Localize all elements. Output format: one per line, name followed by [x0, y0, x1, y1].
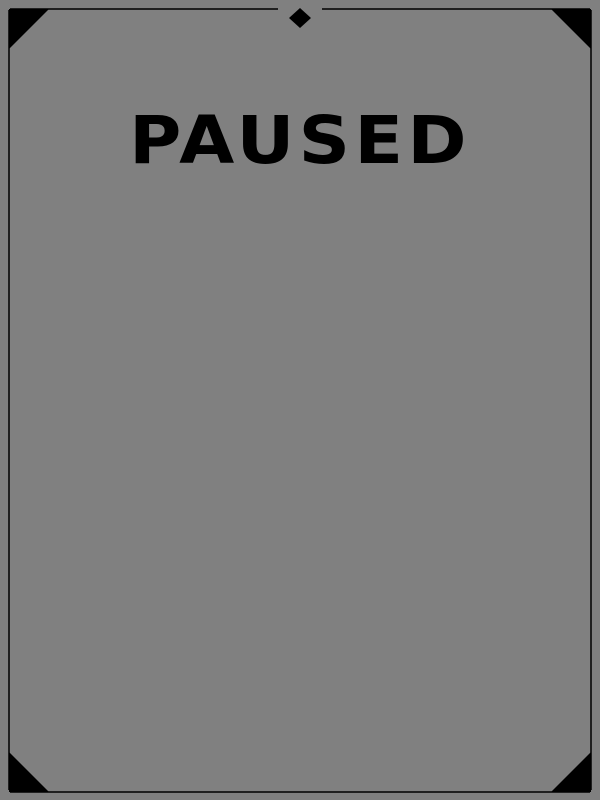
paused-title: PAUSED	[129, 102, 471, 179]
corner-top-right	[551, 9, 591, 49]
diamond-icon	[289, 8, 311, 28]
corner-bottom-right	[551, 752, 591, 792]
corner-bottom-left	[9, 752, 49, 792]
corner-top-left	[9, 9, 49, 49]
pause-screen: PAUSED	[0, 0, 600, 800]
